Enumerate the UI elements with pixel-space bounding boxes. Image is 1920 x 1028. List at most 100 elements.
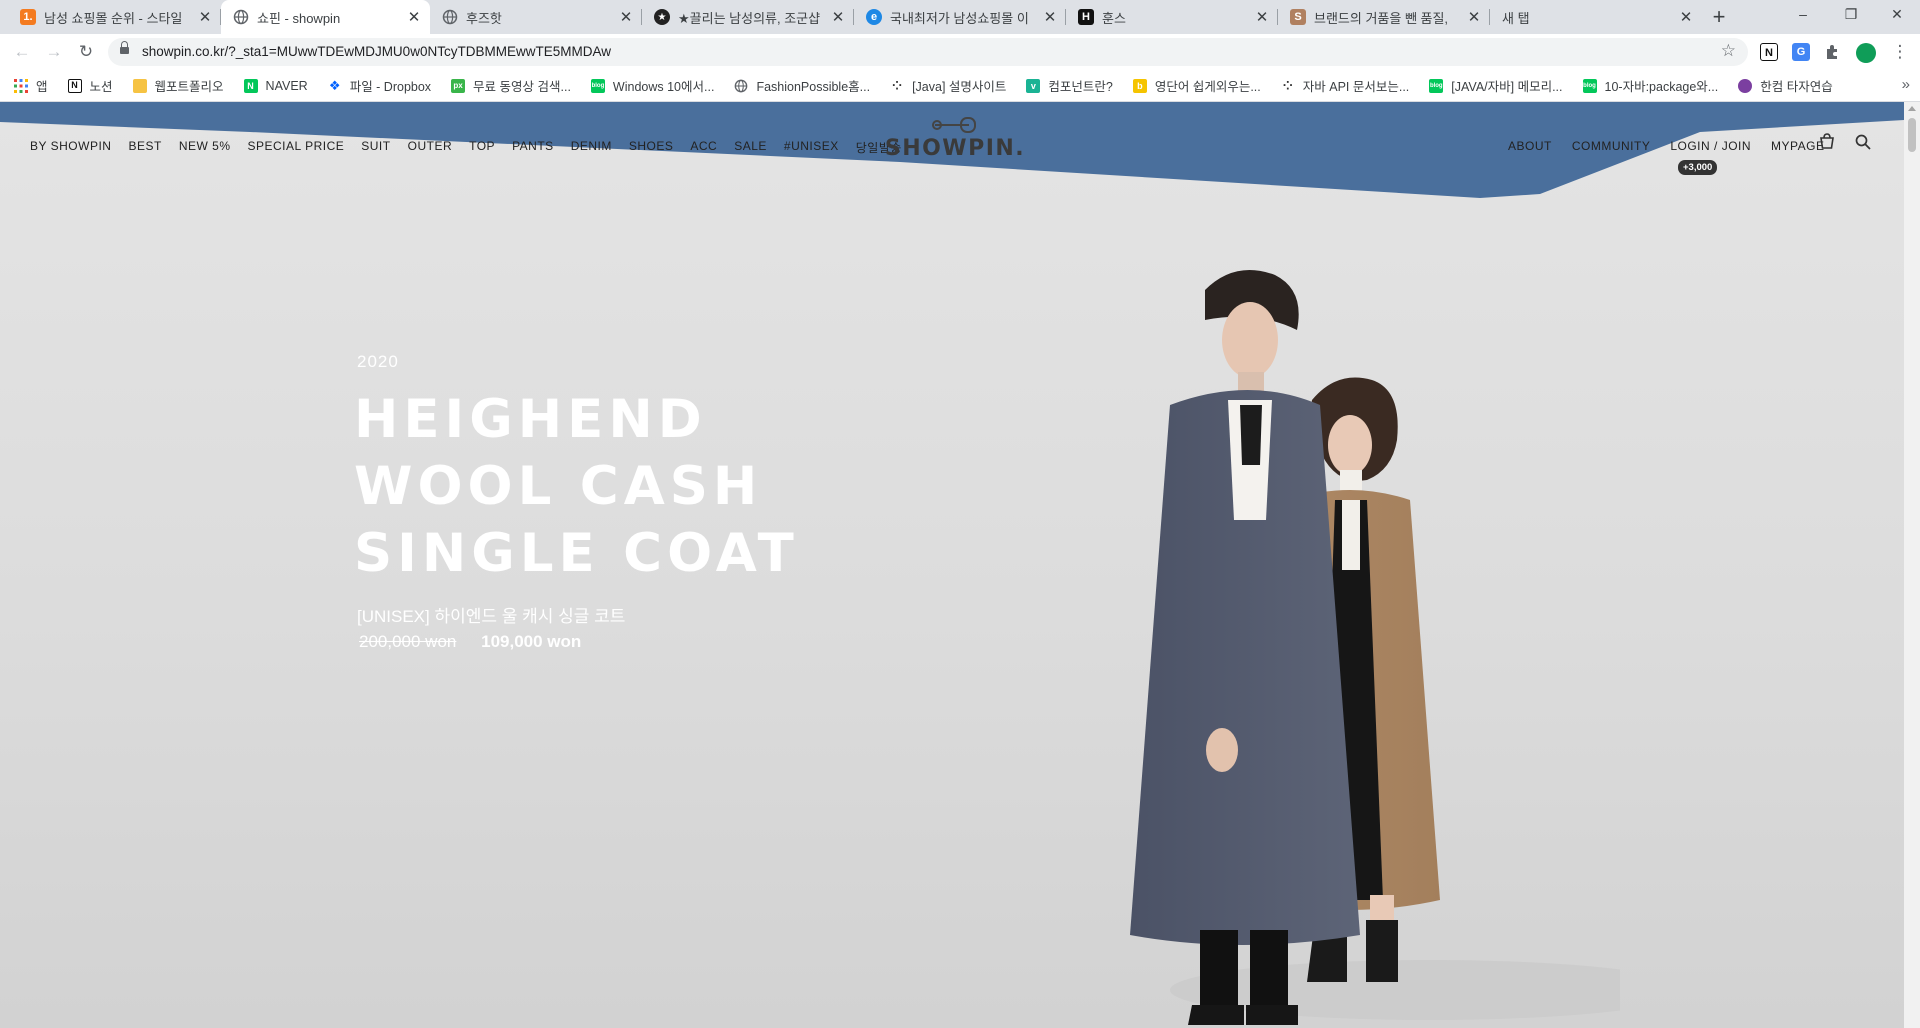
site-logo[interactable]: SHOWPIN. — [880, 116, 1030, 161]
window-close-button[interactable]: ✕ — [1874, 0, 1920, 30]
puzzle-icon[interactable] — [1824, 43, 1842, 61]
bookmark-label: 노션 — [89, 80, 113, 94]
close-icon[interactable]: ✕ — [195, 8, 215, 26]
close-icon[interactable]: ✕ — [1252, 8, 1272, 26]
naver-blog-icon: blog — [1582, 78, 1597, 93]
close-icon[interactable]: ✕ — [1676, 8, 1696, 26]
site-util-nav: ABOUT COMMUNITY LOGIN / JOIN MYPAGE — [1508, 139, 1845, 153]
bookmark-item[interactable]: blog 10-자바:package와... — [1582, 76, 1718, 95]
url-text[interactable]: showpin.co.kr/?_sta1=MUwwTDEwMDJMU0w0NTc… — [142, 44, 611, 59]
nav-sale[interactable]: SALE — [734, 139, 767, 156]
bookmark-star-icon[interactable]: ☆ — [1721, 41, 1736, 61]
apps-grid-icon — [14, 78, 28, 93]
browser-tab-active[interactable]: 쇼핀 - showpin ✕ — [221, 0, 430, 34]
naver-blog-icon: blog — [1429, 78, 1444, 93]
tab-title: 쇼핀 - showpin — [257, 10, 341, 26]
browser-tab[interactable]: 새 탭 ✕ — [1490, 0, 1702, 34]
hero-product-name[interactable]: [UNISEX] 하이엔드 울 캐시 싱글 코트 — [357, 602, 625, 627]
sale-price: 109,000 won — [481, 632, 582, 651]
tistory-icon: ⁘ — [892, 78, 903, 93]
browser-tab[interactable]: e 국내최저가 남성쇼핑몰 이 ✕ — [854, 0, 1066, 34]
bookmark-item[interactable]: 한컴 타자연습 — [1738, 76, 1833, 95]
tistory-icon: ⁘ — [1282, 78, 1293, 93]
more-menu-icon[interactable]: ⋮ — [1888, 40, 1912, 64]
bookmark-item[interactable]: v 컴포넌트란? — [1026, 76, 1113, 95]
nav-community[interactable]: COMMUNITY — [1572, 139, 1651, 153]
scroll-up-arrow[interactable] — [1908, 106, 1916, 111]
bookmark-label: 한컴 타자연습 — [1760, 80, 1833, 94]
close-icon[interactable]: ✕ — [828, 8, 848, 26]
bookmark-label: 컴포넌트란? — [1048, 80, 1113, 94]
bookmark-label: [JAVA/자바] 메모리... — [1451, 80, 1563, 94]
address-bar[interactable]: showpin.co.kr/?_sta1=MUwwTDEwMDJMU0w0NTc… — [108, 38, 1748, 66]
nav-denim[interactable]: DENIM — [571, 139, 612, 156]
cart-icon[interactable] — [1818, 133, 1836, 154]
tab-title: 국내최저가 남성쇼핑몰 이 — [890, 10, 1029, 26]
browser-tab[interactable]: H 훈스 ✕ — [1066, 0, 1278, 34]
nav-best[interactable]: BEST — [128, 139, 161, 156]
bookmark-item[interactable]: blog [JAVA/자바] 메모리... — [1429, 76, 1563, 95]
bookmark-item[interactable]: ❖ 파일 - Dropbox — [328, 76, 431, 95]
nav-suit[interactable]: SUIT — [361, 139, 390, 156]
bookmark-item[interactable]: b 영단어 쉽게외우는... — [1132, 76, 1261, 95]
bookmark-item[interactable]: FashionPossible홈... — [734, 76, 870, 95]
translate-extension-icon[interactable]: G — [1792, 43, 1810, 61]
search-icon[interactable] — [1855, 134, 1871, 155]
reload-button[interactable]: ↻ — [74, 40, 98, 64]
profile-avatar[interactable] — [1856, 43, 1876, 63]
new-tab-button[interactable]: + — [1706, 4, 1732, 30]
pexels-icon: px — [451, 78, 466, 93]
nav-top[interactable]: TOP — [469, 139, 495, 156]
close-icon[interactable]: ✕ — [1464, 8, 1484, 26]
browser-tab[interactable]: S 브랜드의 거품을 뺀 품질, ✕ — [1278, 0, 1490, 34]
bookmark-item[interactable]: 앱 — [14, 76, 48, 95]
naver-blog-icon: blog — [590, 78, 605, 93]
nav-new[interactable]: NEW 5% — [179, 139, 231, 156]
naver-icon: N — [243, 78, 258, 93]
bookmark-item[interactable]: ⁘ 자바 API 문서보는... — [1281, 76, 1410, 95]
nav-unisex[interactable]: #UNISEX — [784, 139, 839, 156]
nav-outer[interactable]: OUTER — [408, 139, 453, 156]
page-scrollbar[interactable] — [1904, 102, 1920, 1028]
nav-by-showpin[interactable]: BY SHOWPIN — [30, 139, 111, 156]
scrollbar-thumb[interactable] — [1908, 118, 1916, 152]
star-badge-icon: ★ — [654, 9, 670, 25]
bookmark-item[interactable]: ⁘ [Java] 설명사이트 — [890, 76, 1006, 95]
nav-shoes[interactable]: SHOES — [629, 139, 674, 156]
bookmark-item[interactable]: blog Windows 10에서... — [590, 76, 715, 95]
close-icon[interactable]: ✕ — [1040, 8, 1060, 26]
notion-extension-icon[interactable]: N — [1760, 43, 1778, 61]
close-icon[interactable]: ✕ — [404, 8, 424, 26]
browser-tab[interactable]: ★ ★끌리는 남성의류, 조군샵 ✕ — [642, 0, 854, 34]
bookmarks-overflow-button[interactable]: » — [1902, 76, 1910, 93]
lock-icon — [120, 41, 129, 57]
bookmarks-bar: 앱 N 노션 웹포트폴리오 N NAVER ❖ 파일 - Dropbox px … — [0, 70, 1920, 102]
favicon: S — [1290, 9, 1306, 25]
bookmark-item[interactable]: N 노션 — [67, 76, 113, 95]
minimize-button[interactable]: – — [1780, 0, 1826, 30]
forward-button[interactable]: → — [42, 40, 66, 64]
browser-tab[interactable]: 1. 남성 쇼핑몰 순위 - 스타일 ✕ — [8, 0, 221, 34]
nav-special-price[interactable]: SPECIAL PRICE — [248, 139, 345, 156]
nav-mypage[interactable]: MYPAGE — [1771, 139, 1824, 153]
safety-pin-icon — [932, 117, 976, 133]
bookmark-item[interactable]: 웹포트폴리오 — [132, 76, 224, 95]
logo-wordmark: SHOWPIN. — [884, 136, 1026, 161]
points-badge: +3,000 — [1678, 160, 1718, 175]
nav-pants[interactable]: PANTS — [512, 139, 554, 156]
close-icon[interactable]: ✕ — [616, 8, 636, 26]
bookmark-label: FashionPossible홈... — [756, 80, 871, 94]
restore-button[interactable]: ❐ — [1828, 0, 1874, 30]
back-button[interactable]: ← — [10, 40, 34, 64]
bookmark-label: 파일 - Dropbox — [349, 80, 432, 94]
hancom-icon — [1738, 78, 1753, 93]
bookmark-label: Windows 10에서... — [612, 80, 715, 94]
bookmark-item[interactable]: px 무료 동영상 검색... — [451, 76, 571, 95]
hero-title-line: WOOL CASH — [354, 456, 763, 517]
bookmark-item[interactable]: N NAVER — [243, 78, 308, 93]
browser-tab[interactable]: 후즈핫 ✕ — [430, 0, 642, 34]
nav-about[interactable]: ABOUT — [1508, 139, 1552, 153]
tab-title: 새 탭 — [1502, 10, 1530, 26]
nav-login-join[interactable]: LOGIN / JOIN — [1670, 139, 1751, 153]
nav-acc[interactable]: ACC — [690, 139, 717, 156]
